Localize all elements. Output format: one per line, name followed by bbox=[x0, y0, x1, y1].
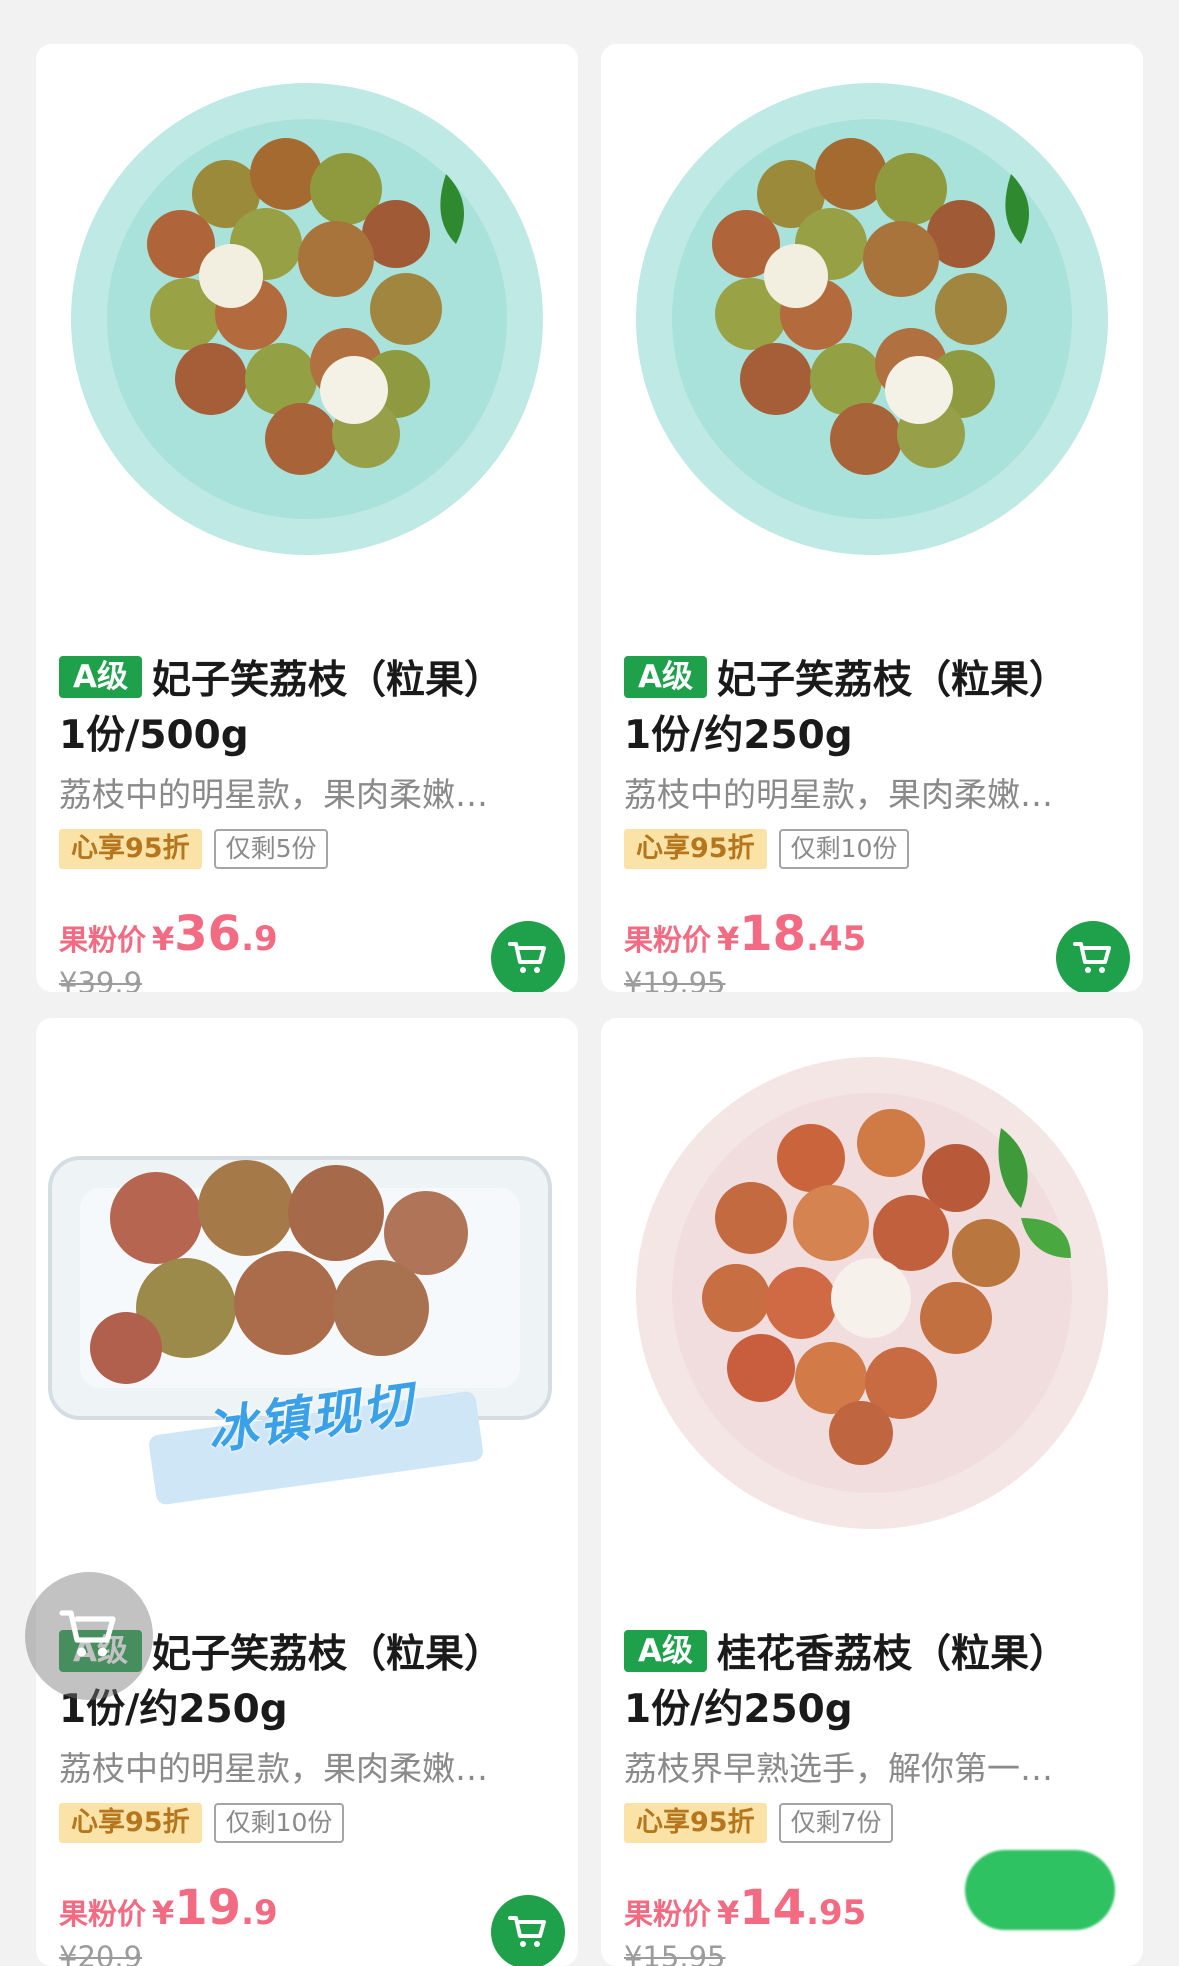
discount-tag: 心享95折 bbox=[59, 829, 202, 869]
original-price: ¥15.95 bbox=[624, 1940, 726, 1966]
price-decimal: .45 bbox=[806, 919, 867, 959]
product-title-row: A级妃子笑荔枝（粒果） bbox=[59, 649, 559, 705]
price-integer: 18 bbox=[739, 906, 807, 962]
original-price: ¥39.9 bbox=[59, 966, 143, 992]
price-row: 果粉价 ¥19.9 bbox=[59, 1880, 278, 1936]
price-decimal: .95 bbox=[806, 1893, 867, 1933]
product-image[interactable] bbox=[601, 1018, 1143, 1560]
product-grid: A级 妃子笑荔枝（粒果） 1份/500g 荔枝中的明星款，果肉柔嫩… 心享95折仅… bbox=[0, 0, 1179, 1966]
checkout-pill-button[interactable] bbox=[965, 1850, 1115, 1930]
price-label: 果粉价 bbox=[624, 1897, 712, 1931]
grade-badge: A级 bbox=[624, 656, 707, 698]
price-row: 果粉价 ¥14.95 bbox=[624, 1880, 866, 1936]
product-title[interactable]: 妃子笑荔枝（粒果） bbox=[152, 1632, 503, 1677]
currency-symbol: ¥ bbox=[152, 1894, 175, 1932]
price-label: 果粉价 bbox=[59, 1897, 147, 1931]
currency-symbol: ¥ bbox=[152, 920, 175, 958]
product-title[interactable]: 桂花香荔枝（粒果） bbox=[717, 1632, 1068, 1677]
add-to-cart-button[interactable] bbox=[491, 1895, 565, 1966]
product-weight: 1份/500g bbox=[59, 713, 249, 758]
tag-row: 心享95折 仅剩5份 bbox=[59, 829, 329, 869]
product-title[interactable]: 妃子笑荔枝（粒果） bbox=[152, 658, 503, 703]
product-card[interactable]: A级 妃子笑荔枝（粒果） 1份/约250g 荔枝中的明星款，果肉柔嫩… 心享95折… bbox=[601, 44, 1143, 992]
price-integer: 19 bbox=[174, 1880, 242, 1936]
price-label: 果粉价 bbox=[624, 923, 712, 957]
product-card[interactable]: 冰镇现切 A级妃子笑荔枝（粒果） 1份/约250g 荔枝中的明星款，果肉柔嫩… … bbox=[36, 1018, 578, 1966]
product-title[interactable]: 妃子笑荔枝（粒果） bbox=[717, 658, 1068, 703]
product-description: 荔枝界早熟选手，解你第一… bbox=[624, 1749, 1053, 1788]
price-integer: 14 bbox=[739, 1880, 807, 1936]
add-to-cart-button[interactable] bbox=[1056, 921, 1130, 992]
tag-row: 心享95折 仅剩10份 bbox=[59, 1803, 345, 1843]
price-row: 果粉价 ¥36.9 bbox=[59, 906, 278, 962]
floating-cart-icon bbox=[59, 1610, 116, 1657]
discount-tag: 心享95折 bbox=[59, 1803, 202, 1843]
currency-symbol: ¥ bbox=[717, 1894, 740, 1932]
product-image[interactable]: 冰镇现切 bbox=[36, 1018, 578, 1560]
stock-tag: 仅剩5份 bbox=[213, 829, 329, 869]
price-label: 果粉价 bbox=[59, 923, 147, 957]
cart-icon bbox=[508, 942, 546, 973]
add-to-cart-button[interactable] bbox=[491, 921, 565, 992]
product-weight: 1份/约250g bbox=[624, 713, 853, 758]
original-price: ¥19.95 bbox=[624, 966, 726, 992]
cart-icon bbox=[508, 1916, 546, 1947]
product-title-row: A级妃子笑荔枝（粒果） bbox=[624, 649, 1124, 705]
price-decimal: .9 bbox=[241, 919, 278, 959]
grade-badge: A级 bbox=[59, 656, 142, 698]
stock-tag: 仅剩10份 bbox=[213, 1803, 345, 1843]
currency-symbol: ¥ bbox=[717, 920, 740, 958]
price-row: 果粉价 ¥18.45 bbox=[624, 906, 866, 962]
product-description: 荔枝中的明星款，果肉柔嫩… bbox=[624, 775, 1053, 814]
product-weight: 1份/约250g bbox=[624, 1687, 853, 1732]
product-title-row: A级 桂花香荔枝（粒果） bbox=[624, 1623, 1124, 1679]
cart-icon bbox=[1073, 942, 1111, 973]
floating-cart-button[interactable] bbox=[25, 1572, 153, 1700]
price-decimal: .9 bbox=[241, 1893, 278, 1933]
stock-tag: 仅剩7份 bbox=[778, 1803, 894, 1843]
discount-tag: 心享95折 bbox=[624, 1803, 767, 1843]
grade-badge: A级 bbox=[624, 1630, 707, 1672]
product-card[interactable]: A级 桂花香荔枝（粒果） 1份/约250g 荔枝界早熟选手，解你第一… 心享95折… bbox=[601, 1018, 1143, 1966]
product-image[interactable] bbox=[601, 44, 1143, 586]
product-description: 荔枝中的明星款，果肉柔嫩… bbox=[59, 775, 488, 814]
product-card[interactable]: A级 妃子笑荔枝（粒果） 1份/500g 荔枝中的明星款，果肉柔嫩… 心享95折仅… bbox=[36, 44, 578, 992]
original-price: ¥20.9 bbox=[59, 1940, 143, 1966]
tag-row: 心享95折 仅剩10份 bbox=[624, 829, 910, 869]
product-description: 荔枝中的明星款，果肉柔嫩… bbox=[59, 1749, 488, 1788]
stock-tag: 仅剩10份 bbox=[778, 829, 910, 869]
discount-tag: 心享95折 bbox=[624, 829, 767, 869]
tag-row: 心享95折 仅剩7份 bbox=[624, 1803, 894, 1843]
price-integer: 36 bbox=[174, 906, 242, 962]
product-image[interactable] bbox=[36, 44, 578, 586]
